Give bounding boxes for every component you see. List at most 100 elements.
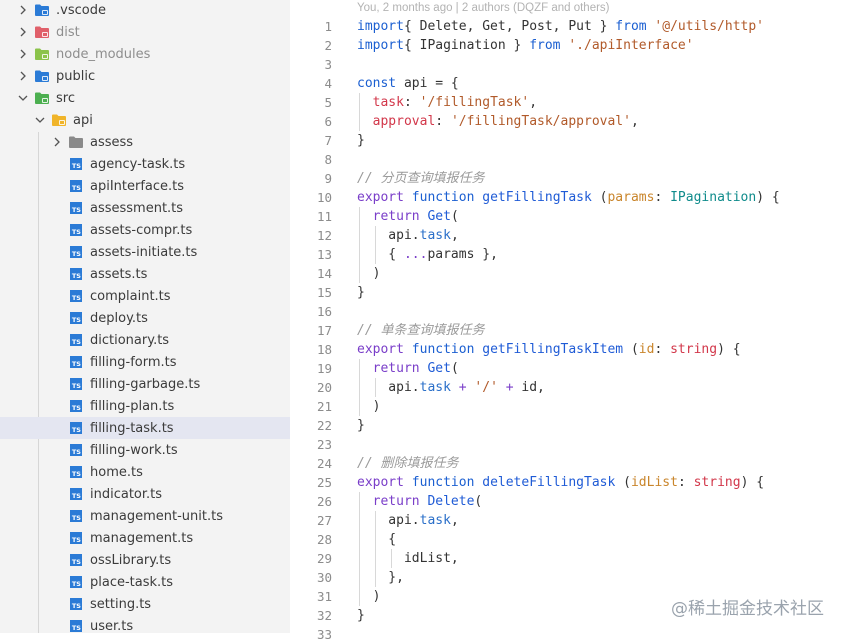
folder-item[interactable]: public (0, 65, 290, 87)
line-number: 18 (316, 342, 332, 357)
code-line[interactable]: 9 // 分页查询填报任务 (290, 169, 842, 188)
code-text: idList, (357, 549, 459, 568)
file-item[interactable]: TS indicator.ts (0, 483, 290, 505)
file-item[interactable]: TS apiInterface.ts (0, 175, 290, 197)
code-line[interactable]: 6 approval: '/fillingTask/approval', (290, 112, 842, 131)
ts-badge: TS (70, 334, 82, 346)
watermark: @稀土掘金技术社区 (671, 599, 824, 619)
code-line[interactable]: 14 ) (290, 264, 842, 283)
line-number: 15 (316, 285, 332, 300)
code-line[interactable]: 5 task: '/fillingTask', (290, 93, 842, 112)
code-line[interactable]: 18 export function getFillingTaskItem (id… (290, 340, 842, 359)
code-token: ( (450, 361, 459, 376)
file-item[interactable]: TS user.ts (0, 615, 290, 633)
tree-item-label: public (56, 68, 96, 84)
code-line[interactable]: 17 // 单条查询填报任务 (290, 321, 842, 340)
file-item[interactable]: TS filling-garbage.ts (0, 373, 290, 395)
chevron-right-icon[interactable] (16, 47, 30, 61)
code-line[interactable]: 16 (290, 302, 842, 321)
code-line[interactable]: 25 export function deleteFillingTask (idL… (290, 473, 842, 492)
typescript-file-icon: TS (68, 552, 84, 568)
chevron-down-icon[interactable] (16, 91, 30, 105)
code-line[interactable]: 15} (290, 283, 842, 302)
code-token: ( (474, 494, 483, 509)
code-line[interactable]: 3 (290, 55, 842, 74)
code-token: task (419, 380, 451, 395)
code-line[interactable]: 12 api.task, (290, 226, 842, 245)
code-line[interactable]: 30 }, (290, 568, 842, 587)
chevron-down-icon[interactable] (33, 113, 47, 127)
code-text: } (357, 416, 365, 435)
file-item[interactable]: TS management.ts (0, 527, 290, 549)
line-number: 12 (316, 228, 332, 243)
code-line[interactable]: 29 idList, (290, 549, 842, 568)
code-line[interactable]: 23 (290, 435, 842, 454)
code-line[interactable]: 20 api.task + '/' + id, (290, 378, 842, 397)
file-item[interactable]: TS assessment.ts (0, 197, 290, 219)
file-item[interactable]: TS setting.ts (0, 593, 290, 615)
folder-item[interactable]: node_modules (0, 43, 290, 65)
file-item[interactable]: TS dictionary.ts (0, 329, 290, 351)
file-item[interactable]: TS deploy.ts (0, 307, 290, 329)
code-line[interactable]: 33 (290, 625, 842, 644)
file-item[interactable]: TS agency-task.ts (0, 153, 290, 175)
file-item[interactable]: TS filling-form.ts (0, 351, 290, 373)
code-editor[interactable]: You, 2 months ago | 2 authors (DQZF and … (290, 0, 842, 642)
code-text: return Get( (357, 207, 459, 226)
file-item[interactable]: TS management-unit.ts (0, 505, 290, 527)
file-item[interactable]: TS filling-task.ts (0, 417, 290, 439)
file-item[interactable]: TS complaint.ts (0, 285, 290, 307)
code-line[interactable]: 28 { (290, 530, 842, 549)
code-token: params (607, 190, 655, 205)
chevron-right-icon[interactable] (50, 135, 64, 149)
folder-item[interactable]: api (0, 109, 290, 131)
typescript-file-icon: TS (68, 618, 84, 633)
code-line[interactable]: 1 import{ Delete, Get, Post, Put } from '… (290, 17, 842, 36)
code-token: , (529, 95, 538, 110)
file-item[interactable]: TS ossLibrary.ts (0, 549, 290, 571)
ts-badge: TS (70, 598, 82, 610)
chevron-right-icon[interactable] (16, 69, 30, 83)
code-line[interactable]: 24 // 删除填报任务 (290, 454, 842, 473)
code-line[interactable]: 10 export function getFillingTask (params… (290, 188, 842, 207)
folder-item[interactable]: src (0, 87, 290, 109)
chevron-right-icon[interactable] (16, 25, 30, 39)
code-text: { (357, 530, 396, 549)
code-token: function (403, 190, 475, 205)
tree-item-label: filling-task.ts (90, 420, 174, 436)
file-item[interactable]: TS assets-initiate.ts (0, 241, 290, 263)
file-explorer: .vscode dist node_modulespublic src api asses… (0, 0, 290, 633)
line-number: 27 (316, 513, 332, 528)
code-line[interactable]: 4 const api = { (290, 74, 842, 93)
file-item[interactable]: TS assets.ts (0, 263, 290, 285)
folder-item[interactable]: .vscode (0, 0, 290, 21)
tree-item-label: ossLibrary.ts (90, 552, 172, 568)
tree-item-label: setting.ts (90, 596, 152, 612)
code-token: ( (615, 475, 631, 490)
code-line[interactable]: 8 (290, 150, 842, 169)
file-item[interactable]: TS place-task.ts (0, 571, 290, 593)
code-text: ) (357, 264, 381, 283)
code-token: // 删除填报任务 (357, 456, 459, 471)
file-item[interactable]: TS filling-work.ts (0, 439, 290, 461)
file-item[interactable]: TS assets-compr.ts (0, 219, 290, 241)
folder-item[interactable]: dist (0, 21, 290, 43)
code-line[interactable]: 22} (290, 416, 842, 435)
tree-item-label: filling-form.ts (90, 354, 177, 370)
code-token: string (670, 342, 718, 357)
indent-guide (359, 359, 360, 416)
code-line[interactable]: 27 api.task, (290, 511, 842, 530)
indent-guide (359, 93, 360, 131)
code-line[interactable]: 26 return Delete( (290, 492, 842, 511)
chevron-right-icon[interactable] (16, 3, 30, 17)
code-line[interactable]: 7} (290, 131, 842, 150)
code-line[interactable]: 21 ) (290, 397, 842, 416)
file-item[interactable]: TS filling-plan.ts (0, 395, 290, 417)
file-item[interactable]: TS home.ts (0, 461, 290, 483)
code-line[interactable]: 13 { ...params }, (290, 245, 842, 264)
tree-item-label: user.ts (90, 618, 134, 634)
code-line[interactable]: 19 return Get( (290, 359, 842, 378)
code-line[interactable]: 2 import{ IPagination } from './apiInterf… (290, 36, 842, 55)
code-line[interactable]: 11 return Get( (290, 207, 842, 226)
folder-item[interactable]: assess (0, 131, 290, 153)
